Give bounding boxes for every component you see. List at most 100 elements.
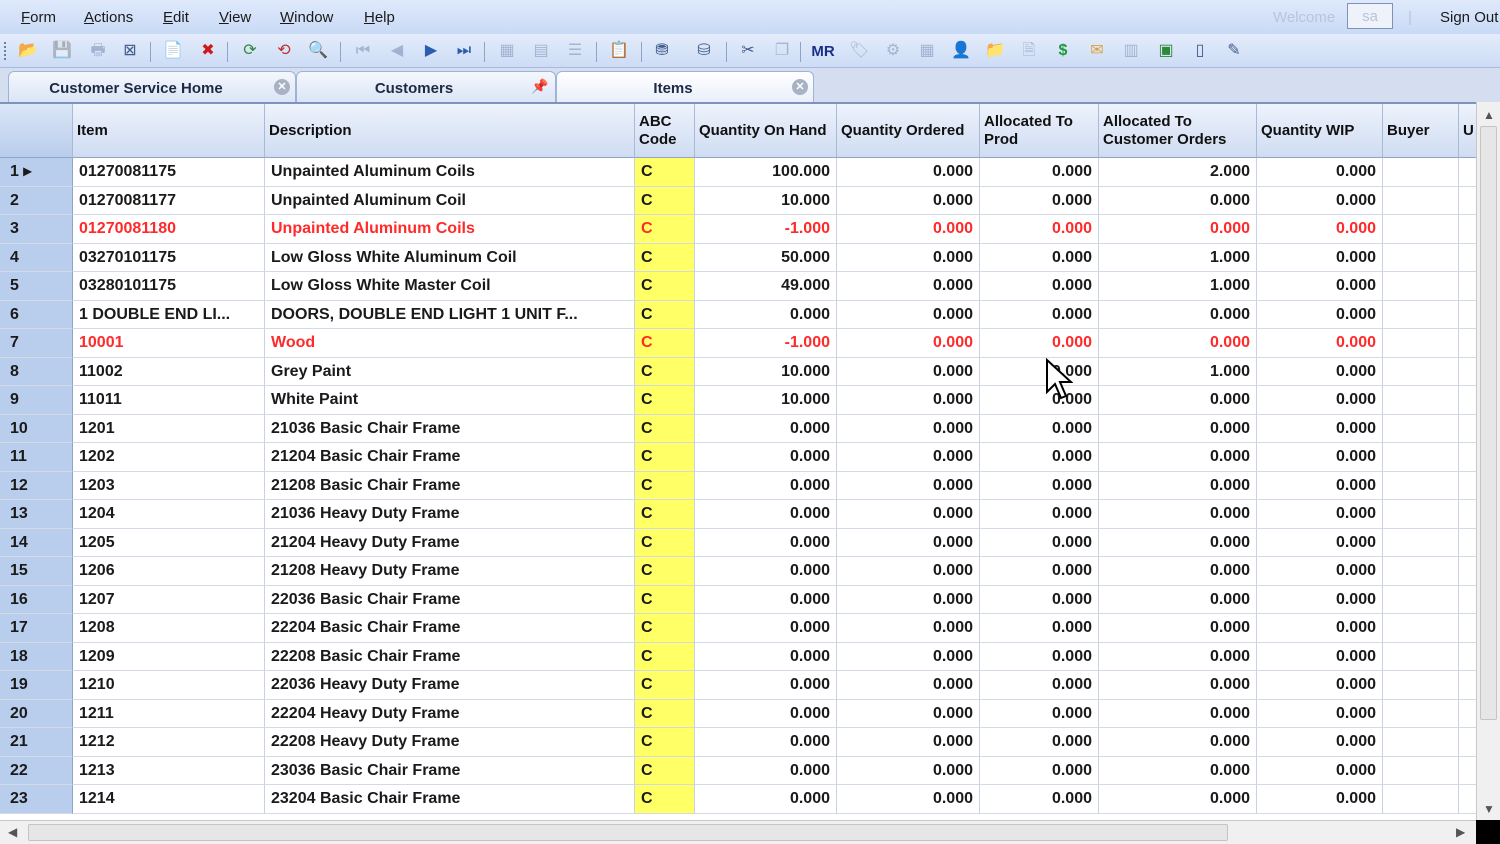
cell-desc[interactable]: 22036 Basic Chair Frame	[265, 585, 635, 614]
report-icon[interactable]: 📋	[608, 40, 630, 62]
cell-wip[interactable]: 0.000	[1257, 642, 1383, 671]
print-icon[interactable]: 🖶	[87, 40, 109, 62]
cell-abc[interactable]: C	[635, 329, 695, 358]
cell-buyer[interactable]	[1383, 528, 1459, 557]
cell-qord[interactable]: 0.000	[837, 215, 980, 244]
cell-u[interactable]	[1459, 643, 1476, 671]
row-header[interactable]: 9	[0, 386, 73, 415]
user-icon[interactable]: 👤	[950, 40, 972, 62]
cell-aprod[interactable]: 0.000	[980, 300, 1099, 329]
cell-qoh[interactable]: -1.000	[695, 215, 837, 244]
cell-acust[interactable]: 0.000	[1099, 414, 1257, 443]
cell-wip[interactable]: 0.000	[1257, 357, 1383, 386]
cell-aprod[interactable]: 0.000	[980, 500, 1099, 529]
cell-u[interactable]	[1459, 757, 1476, 785]
cell-qoh[interactable]: -1.000	[695, 329, 837, 358]
cell-buyer[interactable]	[1383, 614, 1459, 643]
cell-abc[interactable]: C	[635, 728, 695, 757]
cell-qord[interactable]: 0.000	[837, 300, 980, 329]
table-row[interactable]: 7 10001 Wood C -1.000 0.000 0.000 0.000 0.000	[0, 329, 1476, 358]
cell-acust[interactable]: 0.000	[1099, 528, 1257, 557]
cell-aprod[interactable]: 0.000	[980, 614, 1099, 643]
cell-buyer[interactable]	[1383, 500, 1459, 529]
table-row[interactable]: 18 1209 22208 Basic Chair Frame C 0.000 0.000…	[0, 642, 1476, 671]
cell-buyer[interactable]	[1383, 215, 1459, 244]
column-header[interactable]: ABC Code	[635, 104, 695, 158]
column-header[interactable]: U	[1459, 104, 1476, 158]
cell-buyer[interactable]	[1383, 557, 1459, 586]
prev-record-icon[interactable]: ◀	[386, 40, 408, 62]
cell-desc[interactable]: 21036 Basic Chair Frame	[265, 414, 635, 443]
scroll-down-icon[interactable]: ▼	[1483, 802, 1495, 816]
row-header[interactable]: 21	[0, 728, 73, 757]
cell-aprod[interactable]: 0.000	[980, 728, 1099, 757]
menu-item[interactable]: Help	[364, 9, 395, 26]
cell-buyer[interactable]	[1383, 443, 1459, 472]
cell-qoh[interactable]: 0.000	[695, 300, 837, 329]
cell-acust[interactable]: 0.000	[1099, 329, 1257, 358]
cell-buyer[interactable]	[1383, 300, 1459, 329]
row-header[interactable]: 7	[0, 329, 73, 358]
first-record-icon[interactable]: ⏮	[352, 40, 374, 62]
cell-qoh[interactable]: 0.000	[695, 614, 837, 643]
cell-acust[interactable]: 0.000	[1099, 785, 1257, 814]
open-folder-icon[interactable]: 📂	[17, 40, 39, 62]
cell-u[interactable]	[1459, 187, 1476, 215]
table-row[interactable]: 4 03270101175 Low Gloss White Aluminum Coi…	[0, 243, 1476, 272]
cell-desc[interactable]: Low Gloss White Aluminum Coil	[265, 243, 635, 272]
cell-qord[interactable]: 0.000	[837, 642, 980, 671]
cell-wip[interactable]: 0.000	[1257, 329, 1383, 358]
cell-buyer[interactable]	[1383, 329, 1459, 358]
cell-desc[interactable]: Unpainted Aluminum Coils	[265, 158, 635, 187]
tag-icon[interactable]: 🏷	[848, 40, 870, 62]
tab-customer-service-home[interactable]: Customer Service Home ✕	[8, 71, 296, 102]
cell-buyer[interactable]	[1383, 414, 1459, 443]
cell-aprod[interactable]: 0.000	[980, 756, 1099, 785]
cell-abc[interactable]: C	[635, 471, 695, 500]
cell-item[interactable]: 01270081177	[73, 186, 265, 215]
cell-qord[interactable]: 0.000	[837, 785, 980, 814]
cell-aprod[interactable]: 0.000	[980, 642, 1099, 671]
cell-buyer[interactable]	[1383, 471, 1459, 500]
mail-icon[interactable]: ✉	[1086, 40, 1108, 62]
cell-aprod[interactable]: 0.000	[980, 329, 1099, 358]
cell-acust[interactable]: 0.000	[1099, 386, 1257, 415]
cell-item[interactable]: 1213	[73, 756, 265, 785]
cell-aprod[interactable]: 0.000	[980, 357, 1099, 386]
cell-qoh[interactable]: 0.000	[695, 728, 837, 757]
cell-u[interactable]	[1459, 728, 1476, 757]
cell-qord[interactable]: 0.000	[837, 528, 980, 557]
menu-item[interactable]: View	[219, 9, 251, 26]
cell-acust[interactable]: 0.000	[1099, 614, 1257, 643]
cell-qoh[interactable]: 0.000	[695, 785, 837, 814]
cell-qoh[interactable]: 10.000	[695, 386, 837, 415]
cell-aprod[interactable]: 0.000	[980, 585, 1099, 614]
tools-icon[interactable]: ✂	[737, 40, 759, 62]
column-header[interactable]: Item	[73, 104, 265, 158]
cell-desc[interactable]: 21204 Heavy Duty Frame	[265, 528, 635, 557]
cell-desc[interactable]: 21208 Heavy Duty Frame	[265, 557, 635, 586]
cell-aprod[interactable]: 0.000	[980, 272, 1099, 301]
cell-buyer[interactable]	[1383, 386, 1459, 415]
cell-abc[interactable]: C	[635, 443, 695, 472]
scroll-up-icon[interactable]: ▲	[1483, 108, 1495, 122]
table-row[interactable]: 3 01270081180 Unpainted Aluminum Coils C -1.…	[0, 215, 1476, 244]
cell-item[interactable]: 01270081175	[73, 158, 265, 187]
cell-aprod[interactable]: 0.000	[980, 471, 1099, 500]
cell-aprod[interactable]: 0.000	[980, 186, 1099, 215]
table-row[interactable]: 19 1210 22036 Heavy Duty Frame C 0.000 0.000 0…	[0, 671, 1476, 700]
cell-item[interactable]: 1203	[73, 471, 265, 500]
cell-qord[interactable]: 0.000	[837, 471, 980, 500]
cell-wip[interactable]: 0.000	[1257, 500, 1383, 529]
row-header[interactable]: 16	[0, 585, 73, 614]
cell-buyer[interactable]	[1383, 158, 1459, 187]
cell-u[interactable]	[1459, 614, 1476, 643]
refresh-icon[interactable]: ⟳	[239, 40, 261, 62]
row-header[interactable]: 1 ▸	[0, 158, 73, 187]
cell-u[interactable]	[1459, 529, 1476, 557]
cell-qord[interactable]: 0.000	[837, 386, 980, 415]
cell-abc[interactable]: C	[635, 699, 695, 728]
cell-buyer[interactable]	[1383, 756, 1459, 785]
cell-qoh[interactable]: 0.000	[695, 557, 837, 586]
find-icon[interactable]: 🔍	[307, 40, 329, 62]
